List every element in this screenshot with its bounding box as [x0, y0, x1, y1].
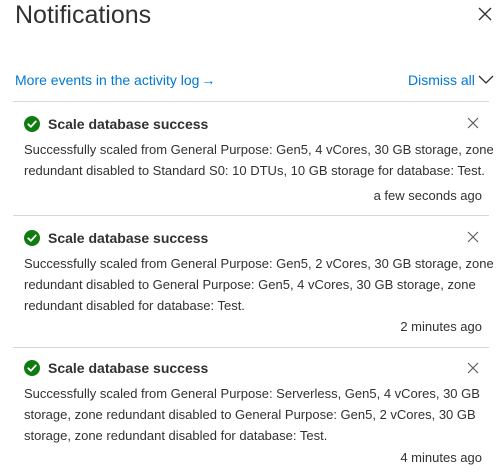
- message-line: storage, zone redundant disabled to Gene…: [24, 407, 476, 422]
- success-check-icon: [24, 230, 40, 246]
- notification-message: Successfully scaled from General Purpose…: [24, 253, 494, 316]
- notification-card: Scale database success Successfully scal…: [0, 216, 501, 346]
- dismiss-notification-button[interactable]: [466, 361, 480, 375]
- activity-log-link[interactable]: More events in the activity log →: [15, 71, 215, 89]
- notification-card: Scale database success Successfully scal…: [0, 348, 501, 476]
- close-panel-button[interactable]: [476, 5, 494, 23]
- activity-log-link-label: More events in the activity log: [15, 72, 200, 88]
- close-icon: [467, 362, 479, 374]
- expand-button[interactable]: [478, 73, 494, 87]
- success-check-icon: [24, 360, 40, 376]
- close-icon: [467, 231, 479, 243]
- close-icon: [467, 117, 479, 129]
- notification-title: Scale database success: [48, 116, 209, 132]
- dismiss-notification-button[interactable]: [466, 230, 480, 244]
- message-line: Successfully scaled from General Purpose…: [24, 256, 494, 271]
- notification-message: Successfully scaled from General Purpose…: [24, 383, 480, 446]
- notification-message: Successfully scaled from General Purpose…: [24, 139, 494, 181]
- close-icon: [478, 7, 492, 21]
- notification-title: Scale database success: [48, 230, 209, 246]
- notification-timestamp: a few seconds ago: [373, 188, 482, 203]
- message-line: Successfully scaled from General Purpose…: [24, 142, 494, 157]
- panel-title: Notifications: [15, 1, 152, 29]
- notification-timestamp: 2 minutes ago: [400, 319, 482, 334]
- message-line: storage, zone redundant disabled for dat…: [24, 428, 328, 443]
- success-check-icon: [24, 116, 40, 132]
- message-line: Successfully scaled from General Purpose…: [24, 386, 480, 401]
- dismiss-all-button[interactable]: Dismiss all: [408, 71, 475, 89]
- message-line: redundant disabled to Standard S0: 10 DT…: [24, 163, 485, 178]
- chevron-down-icon: [478, 75, 494, 84]
- notifications-panel: Notifications More events in the activit…: [0, 0, 501, 476]
- notification-card: Scale database success Successfully scal…: [0, 102, 501, 214]
- arrow-right-icon: →: [201, 72, 216, 88]
- notification-timestamp: 4 minutes ago: [400, 450, 482, 465]
- dismiss-notification-button[interactable]: [466, 116, 480, 130]
- notification-title: Scale database success: [48, 360, 209, 376]
- message-line: redundant disabled to General Purpose: G…: [24, 277, 476, 292]
- message-line: redundant disabled for database: Test.: [24, 298, 245, 313]
